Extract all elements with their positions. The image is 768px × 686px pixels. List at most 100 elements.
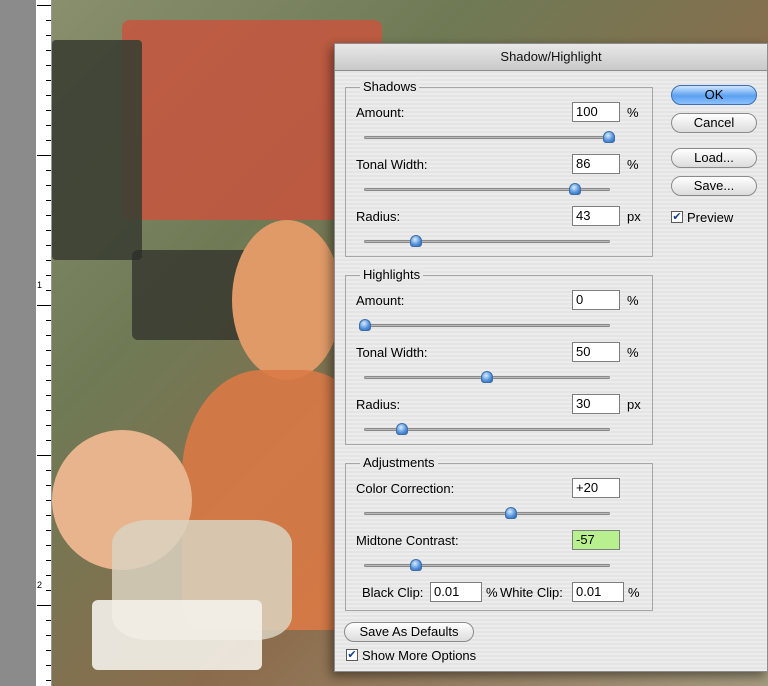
ruler-tick — [46, 440, 51, 441]
highlights-tonal-width-label: Tonal Width: — [356, 345, 428, 360]
ruler-tick — [46, 65, 51, 66]
white-clip-unit: % — [628, 585, 640, 600]
ruler-tick — [46, 500, 51, 501]
ruler-tick — [46, 80, 51, 81]
ruler-tick — [37, 455, 51, 456]
white-clip-input[interactable]: 0.01 — [572, 582, 624, 602]
shadows-amount-label: Amount: — [356, 105, 405, 120]
shadows-tonal-width-label: Tonal Width: — [356, 157, 428, 172]
shadows-tonal-width-input[interactable]: 86 — [572, 154, 620, 174]
ruler-tick — [46, 245, 51, 246]
color-correction-slider-thumb[interactable] — [505, 507, 518, 519]
ruler-tick — [46, 560, 51, 561]
highlights-radius-unit: px — [627, 397, 641, 412]
ruler-tick — [46, 665, 51, 666]
ruler-tick — [46, 350, 51, 351]
dialog-title[interactable]: Shadow/Highlight — [335, 44, 767, 71]
ruler-tick — [46, 545, 51, 546]
save-button[interactable]: Save... — [671, 176, 757, 196]
highlights-group: Highlights Amount: 0 % Tonal Width: 50 %… — [345, 267, 653, 445]
preview-label: Preview — [687, 210, 734, 225]
black-clip-unit: % — [486, 585, 498, 600]
shadows-tonal-width-slider[interactable] — [364, 183, 610, 195]
ruler-tick — [46, 170, 51, 171]
ruler-tick — [46, 275, 51, 276]
highlights-amount-label: Amount: — [356, 293, 405, 308]
ruler-tick — [46, 365, 51, 366]
ruler-tick — [46, 140, 51, 141]
ruler-tick — [46, 485, 51, 486]
shadows-amount-input[interactable]: 100 — [572, 102, 620, 122]
ruler-tick — [46, 50, 51, 51]
shadows-radius-input[interactable]: 43 — [572, 206, 620, 226]
highlights-radius-slider[interactable] — [364, 423, 610, 435]
ruler-tick — [46, 260, 51, 261]
ruler-tick — [46, 470, 51, 471]
highlights-amount-slider-thumb[interactable] — [359, 319, 371, 331]
shadows-radius-slider-thumb[interactable] — [410, 235, 423, 247]
color-correction-slider[interactable] — [364, 507, 610, 519]
show-more-options-label: Show More Options — [362, 648, 477, 663]
ok-button[interactable]: OK — [671, 85, 757, 105]
ruler-tick — [46, 95, 51, 96]
adjustments-group: Adjustments Color Correction: +20 Midton… — [345, 455, 653, 611]
load-button[interactable]: Load... — [671, 148, 757, 168]
ruler-tick — [46, 590, 51, 591]
highlights-group-title: Highlights — [360, 267, 424, 282]
highlights-amount-slider[interactable] — [359, 319, 610, 331]
highlights-amount-input[interactable]: 0 — [572, 290, 620, 310]
shadows-amount-slider-thumb[interactable] — [603, 131, 615, 143]
cancel-button[interactable]: Cancel — [671, 113, 757, 133]
highlights-tonal-width-unit: % — [627, 345, 639, 360]
ruler-tick — [37, 155, 51, 156]
photo-dark-window — [52, 40, 142, 260]
adjustments-group-title: Adjustments — [360, 455, 438, 470]
shadows-radius-slider[interactable] — [364, 235, 610, 247]
ruler-tick — [46, 650, 51, 651]
shadows-tonal-width-unit: % — [627, 157, 639, 172]
ruler-tick — [46, 530, 51, 531]
midtone-contrast-slider[interactable] — [364, 559, 610, 571]
ruler-tick — [46, 290, 51, 291]
shadows-amount-slider[interactable] — [364, 131, 615, 143]
photo-man-face — [232, 220, 342, 380]
vertical-ruler[interactable]: 1 2 — [36, 0, 52, 686]
highlights-radius-slider-thumb[interactable] — [395, 423, 408, 435]
midtone-contrast-label: Midtone Contrast: — [356, 533, 459, 548]
canvas-background — [0, 0, 36, 686]
ruler-tick — [46, 410, 51, 411]
shadows-group: Shadows Amount: 100 % Tonal Width: 86 % … — [345, 79, 653, 257]
ruler-tick — [46, 335, 51, 336]
ruler-tick — [46, 635, 51, 636]
ruler-tick — [37, 605, 51, 606]
black-clip-label: Black Clip: — [362, 585, 424, 600]
highlights-radius-input[interactable]: 30 — [572, 394, 620, 414]
shadows-tonal-width-slider-thumb[interactable] — [568, 183, 581, 195]
preview-checkbox[interactable]: ✔ — [671, 211, 683, 223]
midtone-contrast-slider-thumb[interactable] — [410, 559, 423, 571]
ruler-tick — [37, 5, 51, 6]
white-clip-label: White Clip: — [500, 585, 563, 600]
ruler-tick — [46, 425, 51, 426]
ruler-tick — [46, 110, 51, 111]
shadows-radius-label: Radius: — [356, 209, 401, 224]
ruler-tick — [46, 575, 51, 576]
black-clip-input[interactable]: 0.01 — [430, 582, 482, 602]
ruler-tick — [46, 215, 51, 216]
color-correction-input[interactable]: +20 — [572, 478, 620, 498]
ruler-tick — [46, 515, 51, 516]
highlights-tonal-width-input[interactable]: 50 — [572, 342, 620, 362]
ruler-tick — [46, 125, 51, 126]
photo-plate — [92, 600, 262, 670]
ruler-tick — [46, 35, 51, 36]
shadows-radius-unit: px — [627, 209, 641, 224]
ruler-label-1: 1 — [37, 280, 43, 290]
save-as-defaults-button[interactable]: Save As Defaults — [344, 622, 474, 642]
midtone-contrast-input[interactable]: -57 — [572, 530, 620, 550]
shadows-group-title: Shadows — [360, 79, 420, 94]
show-more-options-checkbox[interactable]: ✔ — [346, 649, 358, 661]
highlights-tonal-width-slider[interactable] — [364, 371, 610, 383]
highlights-tonal-width-slider-thumb[interactable] — [481, 371, 493, 383]
shadow-highlight-dialog: Shadow/Highlight Shadows Amount: 100 % T… — [334, 43, 768, 672]
highlights-amount-unit: % — [627, 293, 639, 308]
